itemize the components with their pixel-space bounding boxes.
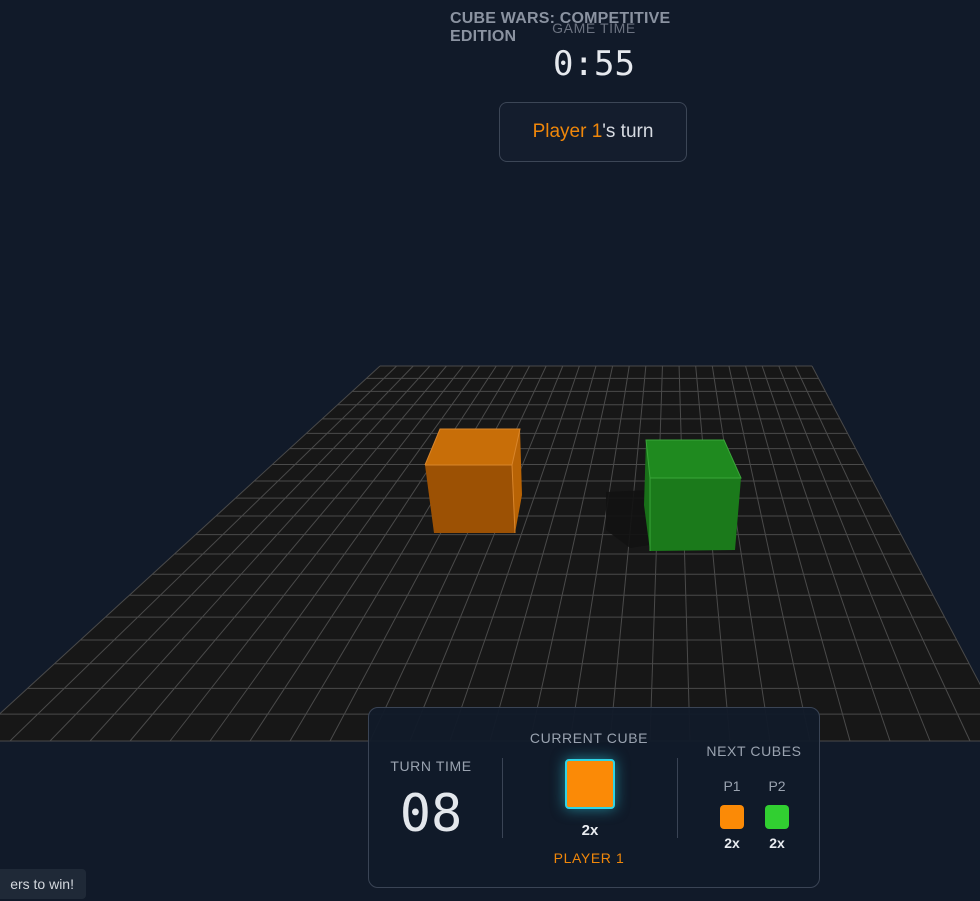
current-cube-swatch[interactable] xyxy=(565,759,615,809)
current-cube-label: CURRENT CUBE xyxy=(529,730,649,746)
next-cubes-label: NEXT CUBES xyxy=(706,743,802,759)
turn-player-name: Player 1 xyxy=(532,121,603,142)
green-cube[interactable] xyxy=(644,439,742,551)
hud-panel: TURN TIME 08 CURRENT CUBE 2x PLAYER 1 NE… xyxy=(368,707,820,888)
hud-divider xyxy=(502,758,503,838)
hud-divider xyxy=(677,758,678,838)
next-cube-p2: P2 2x xyxy=(757,778,797,851)
next-cube-multiplier: 2x xyxy=(769,835,785,851)
current-cube-player: PLAYER 1 xyxy=(553,850,625,866)
next-cube-swatch xyxy=(720,805,744,829)
turn-suffix: 's turn xyxy=(602,121,654,142)
hint-toast: ers to win! xyxy=(0,869,86,899)
board-plane xyxy=(0,366,980,741)
current-cube-multiplier: 2x xyxy=(581,822,599,839)
turn-indicator: Player 1's turn xyxy=(499,102,687,162)
next-cube-multiplier: 2x xyxy=(724,835,740,851)
game-title: CUBE WARS: COMPETITIVE EDITION xyxy=(450,10,671,45)
turn-time-label: TURN TIME xyxy=(390,758,472,774)
next-cube-p1: P1 2x xyxy=(712,778,752,851)
turn-time-value: 08 xyxy=(399,784,463,844)
next-cube-swatch xyxy=(765,805,789,829)
game-time-value: 0:55 xyxy=(553,44,635,84)
next-cube-player-label: P2 xyxy=(768,778,786,794)
orange-cube[interactable] xyxy=(424,428,522,534)
next-cube-player-label: P1 xyxy=(723,778,741,794)
